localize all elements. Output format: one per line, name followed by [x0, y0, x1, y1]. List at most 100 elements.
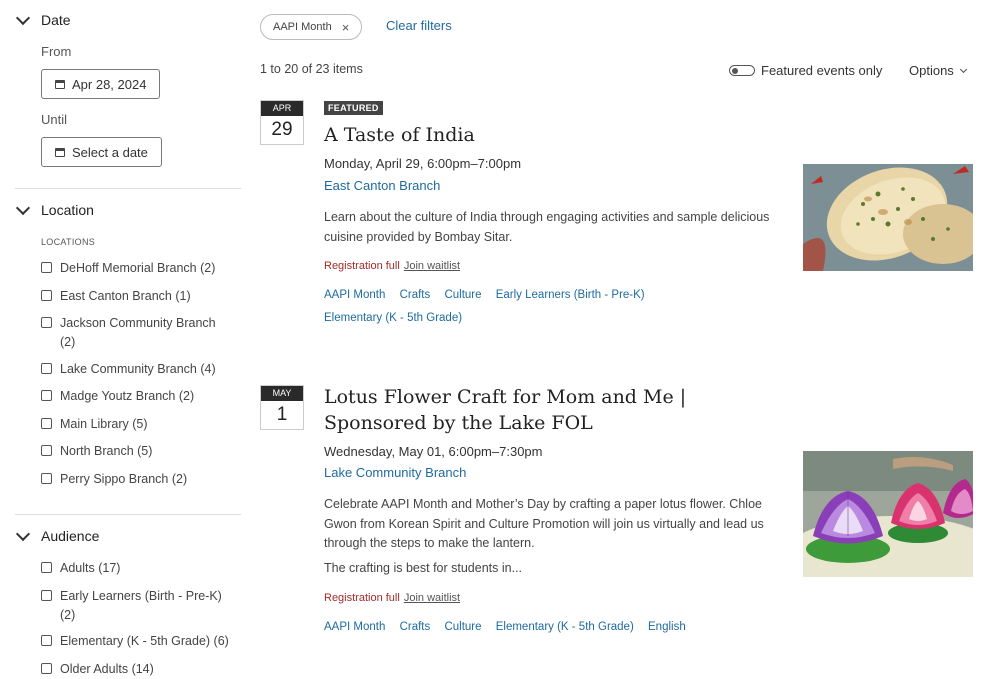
location-checkbox[interactable]: East Canton Branch (1) [41, 287, 241, 306]
checkbox-label: Lake Community Branch (4) [60, 362, 216, 376]
checkbox-label: Early Learners (Birth - Pre-K) (2) [60, 589, 222, 622]
event-month: APR [261, 101, 303, 116]
filter-chip-label: AAPI Month [273, 21, 332, 33]
calendar-icon [55, 79, 65, 89]
tag-link[interactable]: Culture [444, 621, 481, 633]
event-time: Wednesday, May 01, 6:00pm–7:30pm [324, 444, 543, 459]
event-description: Learn about the culture of India through… [324, 210, 770, 244]
event-title[interactable]: A Taste of India [324, 122, 475, 148]
naan-image-icon [803, 164, 973, 271]
event-image-naan[interactable] [803, 164, 973, 271]
until-date-button[interactable]: Select a date [41, 137, 162, 167]
tag-link[interactable]: Crafts [400, 289, 431, 301]
event-date-badge: APR 29 [260, 100, 304, 145]
event-description: Celebrate AAPI Month and Mother’s Day by… [324, 497, 764, 550]
checkbox-icon [41, 562, 52, 573]
chevron-down-icon [15, 10, 31, 26]
chevron-down-icon [15, 200, 31, 216]
event-description-more: The crafting is best for students in... [324, 561, 523, 575]
from-date-value: Apr 28, 2024 [72, 76, 147, 92]
chevron-down-icon [15, 526, 31, 542]
event-image-lotus[interactable] [803, 451, 973, 577]
checkbox-label: Jackson Community Branch (2) [60, 316, 216, 349]
checkbox-label: DeHoff Memorial Branch (2) [60, 261, 216, 275]
audience-heading: Audience [41, 528, 100, 544]
audience-checkbox[interactable]: Adults (17) [41, 559, 241, 578]
checkbox-icon [41, 262, 52, 273]
audience-checkbox[interactable]: Early Learners (Birth - Pre-K) (2) [41, 587, 236, 625]
divider [15, 188, 241, 189]
event-branch-link[interactable]: Lake Community Branch [324, 465, 466, 480]
checkbox-icon [41, 590, 52, 601]
event-title-line: Lotus Flower Craft for Mom and Me | [324, 386, 687, 408]
location-checkbox[interactable]: North Branch (5) [41, 442, 241, 461]
audience-checkbox[interactable]: Elementary (K - 5th Grade) (6) [41, 632, 241, 651]
filter-chip-aapi-month[interactable]: AAPI Month × [260, 14, 363, 40]
event-day: 29 [271, 119, 293, 140]
event-title[interactable]: Lotus Flower Craft for Mom and Me | Spon… [324, 384, 686, 436]
tag-link[interactable]: AAPI Month [324, 289, 385, 301]
location-checkbox[interactable]: Main Library (5) [41, 415, 241, 434]
registration-full-label: Registration full [324, 592, 400, 604]
location-heading: Location [41, 202, 94, 218]
featured-toggle-switch[interactable] [729, 65, 755, 76]
location-checkbox[interactable]: Lake Community Branch (4) [41, 360, 241, 379]
date-section-toggle[interactable]: Date [15, 10, 71, 28]
location-checkbox[interactable]: Perry Sippo Branch (2) [41, 470, 241, 489]
locations-caption: LOCATIONS [41, 237, 96, 247]
checkbox-label: Perry Sippo Branch (2) [60, 472, 188, 486]
location-section-toggle[interactable]: Location [15, 200, 94, 218]
checkbox-label: Older Adults (14) [60, 662, 154, 676]
event-branch-link[interactable]: East Canton Branch [324, 178, 440, 193]
featured-badge: FEATURED [324, 101, 383, 115]
checkbox-icon [41, 390, 52, 401]
checkbox-label: Main Library (5) [60, 417, 148, 431]
calendar-icon [55, 147, 65, 157]
event-day: 1 [276, 404, 288, 425]
event-tags: AAPI Month Crafts Culture Early Learners… [324, 284, 774, 330]
tag-link[interactable]: Culture [444, 289, 481, 301]
options-label: Options [909, 63, 954, 78]
checkbox-label: Madge Youtz Branch (2) [60, 389, 195, 403]
from-date-button[interactable]: Apr 28, 2024 [41, 69, 161, 99]
until-label: Until [41, 112, 68, 127]
featured-toggle-label[interactable]: Featured events only [761, 63, 882, 78]
location-checkbox[interactable]: Jackson Community Branch (2) [41, 314, 231, 352]
checkbox-icon [41, 317, 52, 328]
checkbox-label: East Canton Branch (1) [60, 289, 191, 303]
close-icon[interactable]: × [342, 20, 350, 35]
audience-checkbox[interactable]: Older Adults (14) [41, 660, 241, 679]
registration-status: Registration full Join waitlist [324, 592, 460, 604]
checkbox-label: North Branch (5) [60, 444, 153, 458]
tag-link[interactable]: Early Learners (Birth - Pre-K) [496, 289, 645, 301]
chevron-down-icon [960, 65, 968, 74]
join-waitlist-link[interactable]: Join waitlist [404, 592, 460, 604]
checkbox-icon [41, 635, 52, 646]
registration-status: Registration full Join waitlist [324, 260, 460, 272]
options-dropdown[interactable]: Options [909, 63, 968, 78]
clear-filters-link[interactable]: Clear filters [386, 18, 452, 33]
location-checkbox[interactable]: DeHoff Memorial Branch (2) [41, 259, 241, 278]
checkbox-icon [41, 290, 52, 301]
tag-link[interactable]: AAPI Month [324, 621, 385, 633]
from-label: From [41, 44, 72, 59]
location-checkbox[interactable]: Madge Youtz Branch (2) [41, 387, 241, 406]
audience-section-toggle[interactable]: Audience [15, 526, 100, 544]
divider [15, 514, 241, 515]
checkbox-icon [41, 445, 52, 456]
lotus-lantern-image-icon [803, 451, 973, 577]
join-waitlist-link[interactable]: Join waitlist [404, 260, 460, 272]
event-month: MAY [261, 386, 303, 401]
tag-link[interactable]: Crafts [400, 621, 431, 633]
checkbox-icon [41, 363, 52, 374]
event-tags: AAPI Month Crafts Culture Elementary (K … [324, 616, 774, 639]
checkbox-label: Elementary (K - 5th Grade) (6) [60, 634, 229, 648]
checkbox-icon [41, 663, 52, 674]
checkbox-label: Adults (17) [60, 561, 121, 575]
tag-link[interactable]: English [648, 621, 686, 633]
tag-link[interactable]: Elementary (K - 5th Grade) [324, 312, 462, 324]
tag-link[interactable]: Elementary (K - 5th Grade) [496, 621, 634, 633]
date-heading: Date [41, 12, 71, 28]
event-title-line: Sponsored by the Lake FOL [324, 412, 593, 434]
event-time: Monday, April 29, 6:00pm–7:00pm [324, 156, 522, 171]
